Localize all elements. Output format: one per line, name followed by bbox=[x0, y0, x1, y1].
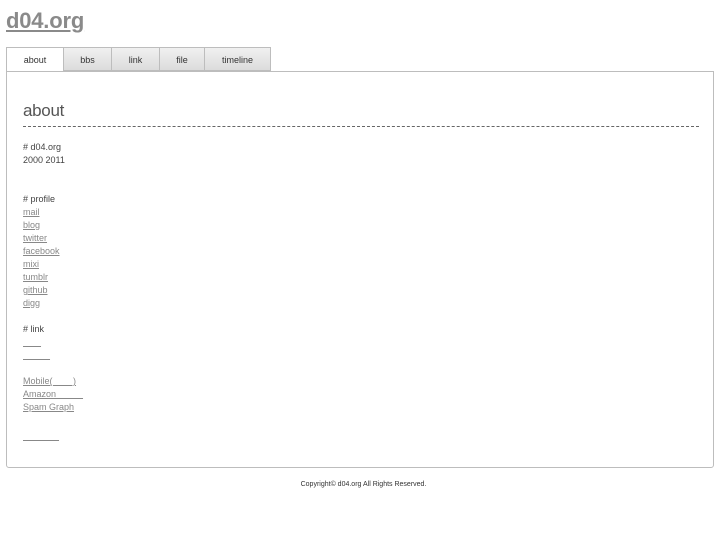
site-title-link[interactable]: d04.org bbox=[6, 8, 84, 34]
link-item-amazon[interactable]: Amazon bbox=[23, 388, 83, 400]
profile-link-mixi[interactable]: mixi bbox=[23, 258, 39, 270]
link-item-mobile[interactable]: Mobile( ) bbox=[23, 375, 76, 387]
link-section-title: # link bbox=[23, 324, 45, 334]
link-item-spam-graph[interactable]: Spam Graph bbox=[23, 401, 74, 413]
link-item-blank-1[interactable] bbox=[23, 336, 41, 348]
content-panel: about # d04.org 2000 2011 # profile mail… bbox=[6, 71, 714, 468]
heading-divider bbox=[23, 126, 699, 127]
intro-title: # d04.org bbox=[23, 142, 62, 152]
intro-years: 2000 2011 bbox=[23, 155, 65, 165]
profile-title: # profile bbox=[23, 194, 56, 204]
link-item-trailing[interactable] bbox=[23, 430, 59, 442]
profile-link-facebook[interactable]: facebook bbox=[23, 245, 60, 257]
profile-link-mail[interactable]: mail bbox=[23, 206, 40, 218]
profile-link-blog[interactable]: blog bbox=[23, 219, 40, 231]
tab-link[interactable]: link bbox=[112, 47, 160, 71]
page-heading: about bbox=[23, 101, 65, 120]
tab-about[interactable]: about bbox=[6, 47, 64, 72]
profile-link-github[interactable]: github bbox=[23, 284, 48, 296]
footer-copyright: Copyright© d04.org All Rights Reserved. bbox=[300, 481, 427, 488]
tab-timeline[interactable]: timeline bbox=[205, 47, 271, 71]
profile-link-tumblr[interactable]: tumblr bbox=[23, 271, 48, 283]
profile-link-digg[interactable]: digg bbox=[23, 297, 40, 309]
tab-bbs[interactable]: bbs bbox=[64, 47, 112, 71]
tab-file[interactable]: file bbox=[160, 47, 205, 71]
profile-link-twitter[interactable]: twitter bbox=[23, 232, 47, 244]
tab-bar: about bbs link file timeline bbox=[6, 47, 271, 72]
link-item-blank-2[interactable] bbox=[23, 349, 50, 361]
